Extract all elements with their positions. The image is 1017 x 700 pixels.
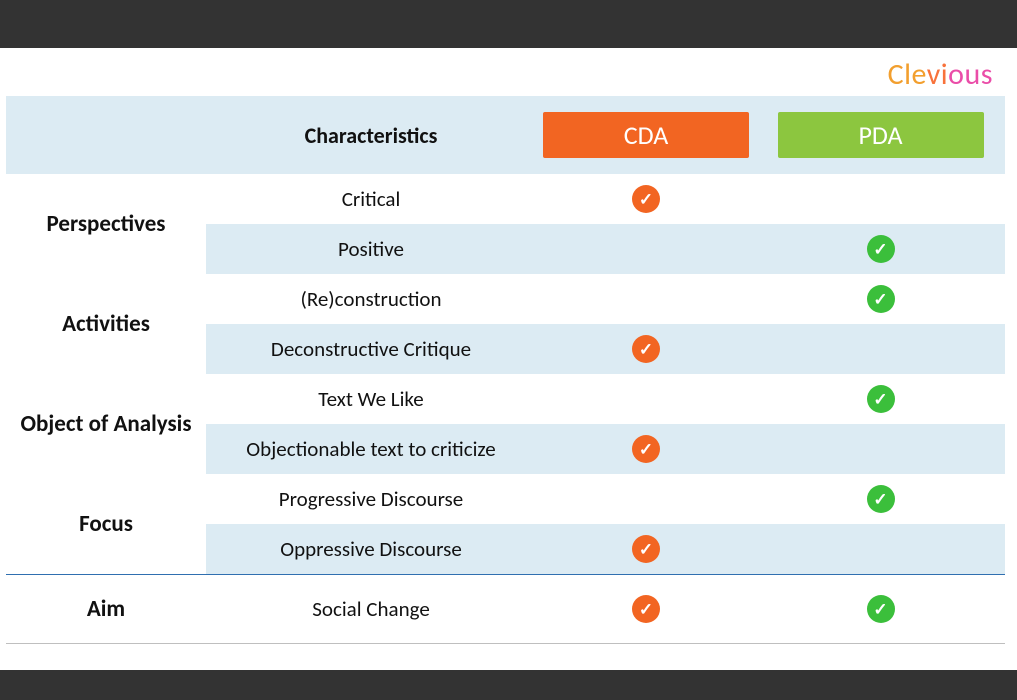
characteristic-cell: Social Change [206, 575, 536, 644]
category-cell: Object of Analysis [6, 374, 206, 474]
pda-cell: ✓ [756, 224, 1005, 274]
characteristic-cell: Deconstructive Critique [206, 324, 536, 374]
checkmark-icon: ✓ [632, 185, 660, 213]
checkmark-icon: ✓ [867, 595, 895, 623]
category-label: Activities [62, 310, 150, 338]
checkmark-icon: ✓ [632, 335, 660, 363]
category-cell: Perspectives [6, 174, 206, 274]
cda-cell: ✓ [536, 324, 756, 374]
checkmark-icon: ✓ [632, 435, 660, 463]
characteristic-cell: Critical [206, 174, 536, 224]
table-row: Aim Social Change ✓ ✓ [6, 575, 1005, 644]
header-cda-pill: CDA [543, 112, 749, 158]
header-characteristics-label: Characteristics [305, 122, 438, 149]
checkmark-icon: ✓ [867, 285, 895, 313]
characteristic-cell: (Re)construction [206, 274, 536, 324]
pda-cell [756, 324, 1005, 374]
category-label: Aim [87, 595, 125, 623]
checkmark-icon: ✓ [867, 385, 895, 413]
characteristic-label: Critical [342, 186, 401, 212]
pda-cell: ✓ [756, 274, 1005, 324]
characteristic-cell: Objectionable text to criticize [206, 424, 536, 474]
characteristic-cell: Progressive Discourse [206, 474, 536, 524]
cda-cell [536, 224, 756, 274]
pda-cell: ✓ [756, 575, 1005, 644]
characteristic-label: Text We Like [318, 386, 424, 412]
category-cell: Activities [6, 274, 206, 374]
header-pda-pill: PDA [778, 112, 984, 158]
category-label: Focus [79, 510, 133, 538]
pda-cell: ✓ [756, 474, 1005, 524]
cda-cell: ✓ [536, 424, 756, 474]
pda-cell [756, 424, 1005, 474]
category-cell: Aim [6, 575, 206, 644]
brand-logo: Clevious [888, 56, 993, 93]
category-cell: Focus [6, 474, 206, 575]
cda-cell [536, 474, 756, 524]
bottom-bar [0, 670, 1017, 700]
checkmark-icon: ✓ [632, 535, 660, 563]
pda-cell: ✓ [756, 374, 1005, 424]
table-row: FocusProgressive Discourse✓ [6, 474, 1005, 524]
table-body: Perspectives Critical ✓ Positive ✓ Activities… [6, 174, 1005, 644]
table-row: PerspectivesCritical✓ [6, 174, 1005, 224]
divider [6, 644, 1005, 645]
cda-cell: ✓ [536, 174, 756, 224]
cda-cell [536, 374, 756, 424]
top-bar [0, 0, 1017, 48]
category-label: Object of Analysis [20, 410, 191, 438]
characteristic-cell: Positive [206, 224, 536, 274]
stage: Clevious Characteristics CDA PDA [0, 0, 1017, 700]
characteristic-cell: Oppressive Discourse [206, 524, 536, 575]
cda-cell: ✓ [536, 524, 756, 575]
characteristic-label: Social Change [312, 596, 430, 622]
checkmark-icon: ✓ [867, 235, 895, 263]
characteristic-label: (Re)construction [300, 286, 441, 312]
cda-cell [536, 274, 756, 324]
pda-cell [756, 524, 1005, 575]
pda-cell [756, 174, 1005, 224]
table-row: Object of AnalysisText We Like✓ [6, 374, 1005, 424]
characteristic-label: Oppressive Discourse [280, 536, 462, 562]
header-pda: PDA [756, 96, 1005, 174]
table-row: Activities(Re)construction✓ [6, 274, 1005, 324]
comparison-table-wrap: Characteristics CDA PDA Perspectives Crit… [6, 96, 1005, 644]
header-blank [6, 96, 206, 174]
characteristic-label: Positive [338, 236, 404, 262]
characteristic-label: Progressive Discourse [279, 486, 463, 512]
category-label: Perspectives [47, 210, 166, 238]
characteristic-label: Objectionable text to criticize [246, 436, 495, 462]
characteristic-cell: Text We Like [206, 374, 536, 424]
characteristic-label: Deconstructive Critique [271, 336, 471, 362]
header-characteristics: Characteristics [206, 96, 536, 174]
header-cda: CDA [536, 96, 756, 174]
comparison-table: Characteristics CDA PDA Perspectives Crit… [6, 96, 1005, 644]
checkmark-icon: ✓ [632, 595, 660, 623]
cda-cell: ✓ [536, 575, 756, 644]
checkmark-icon: ✓ [867, 485, 895, 513]
header-row: Characteristics CDA PDA [6, 96, 1005, 174]
